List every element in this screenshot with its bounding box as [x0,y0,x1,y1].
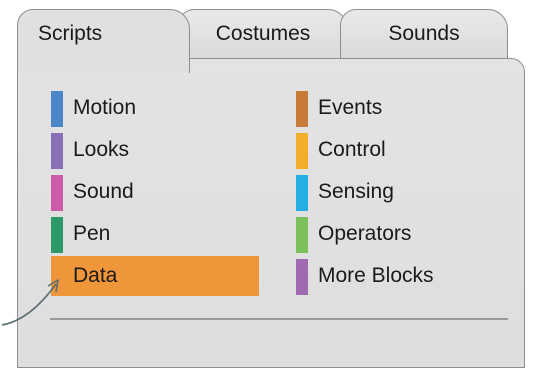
category-pen[interactable]: Pen [51,214,259,254]
category-data-label: Data [73,264,118,287]
category-motion-label: Motion [73,96,137,119]
category-looks[interactable]: Looks [51,130,259,170]
tab-costumes-label: Costumes [215,22,311,45]
active-tab-joint [18,56,189,62]
category-operators-label: Operators [318,222,412,245]
category-sensing[interactable]: Sensing [296,172,496,212]
control-color-swatch [296,133,308,169]
tab-sounds-label: Sounds [388,22,460,45]
looks-color-swatch [51,133,63,169]
events-color-swatch [296,91,308,127]
category-sound[interactable]: Sound [51,172,259,212]
more-blocks-color-swatch [296,259,308,295]
category-data[interactable]: Data [51,256,259,296]
category-control[interactable]: Control [296,130,496,170]
category-sensing-label: Sensing [318,180,394,203]
category-more-blocks[interactable]: More Blocks [296,256,496,296]
pen-color-swatch [51,217,63,253]
tab-scripts-label: Scripts [38,22,103,45]
category-pen-label: Pen [73,222,111,245]
motion-color-swatch [51,91,63,127]
category-control-label: Control [318,138,386,161]
category-events-label: Events [318,96,383,119]
category-events[interactable]: Events [296,88,496,128]
palette-divider [50,318,508,320]
tab-scripts[interactable]: Scripts [17,9,190,73]
operators-color-swatch [296,217,308,253]
category-motion[interactable]: Motion [51,88,259,128]
sound-color-swatch [51,175,63,211]
callout-arrow-icon [1,279,59,326]
category-looks-label: Looks [73,138,130,161]
category-sound-label: Sound [73,180,134,203]
category-operators[interactable]: Operators [296,214,496,254]
category-more-blocks-label: More Blocks [318,264,434,287]
sensing-color-swatch [296,175,308,211]
